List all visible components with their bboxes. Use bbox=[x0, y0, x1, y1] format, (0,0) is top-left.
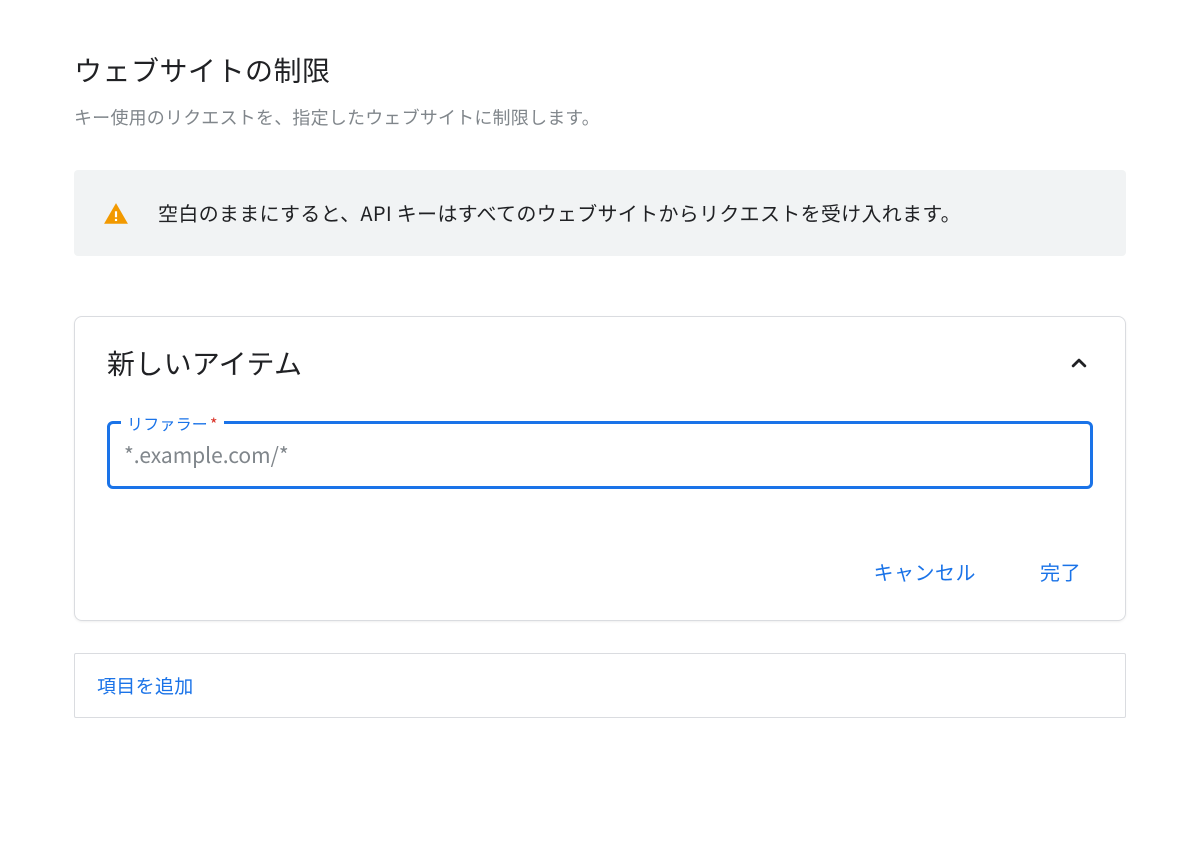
required-mark: * bbox=[210, 411, 218, 435]
website-restrictions-section: ウェブサイトの制限 キー使用のリクエストを、指定したウェブサイトに制限します。 … bbox=[74, 50, 1126, 718]
warning-icon bbox=[102, 200, 130, 228]
warning-message: 空白のままにすると、API キーはすべてのウェブサイトからリクエストを受け入れま… bbox=[158, 194, 961, 232]
add-item-bar[interactable]: 項目を追加 bbox=[74, 653, 1126, 718]
section-subtitle: キー使用のリクエストを、指定したウェブサイトに制限します。 bbox=[74, 104, 1126, 130]
add-item-button[interactable]: 項目を追加 bbox=[97, 672, 194, 699]
card-title: 新しいアイテム bbox=[107, 343, 302, 383]
referrer-field: リファラー* bbox=[107, 421, 1093, 489]
new-item-card: 新しいアイテム リファラー* キャンセル 完了 bbox=[74, 316, 1126, 621]
done-button[interactable]: 完了 bbox=[1036, 549, 1085, 594]
cancel-button[interactable]: キャンセル bbox=[870, 549, 981, 594]
referrer-label: リファラー* bbox=[121, 411, 224, 435]
referrer-label-text: リファラー bbox=[127, 411, 208, 435]
section-title: ウェブサイトの制限 bbox=[74, 50, 1126, 90]
warning-banner: 空白のままにすると、API キーはすべてのウェブサイトからリクエストを受け入れま… bbox=[74, 170, 1126, 256]
card-header[interactable]: 新しいアイテム bbox=[107, 343, 1093, 383]
referrer-input[interactable] bbox=[107, 421, 1093, 489]
chevron-up-icon[interactable] bbox=[1065, 349, 1093, 377]
card-actions: キャンセル 完了 bbox=[107, 549, 1093, 594]
